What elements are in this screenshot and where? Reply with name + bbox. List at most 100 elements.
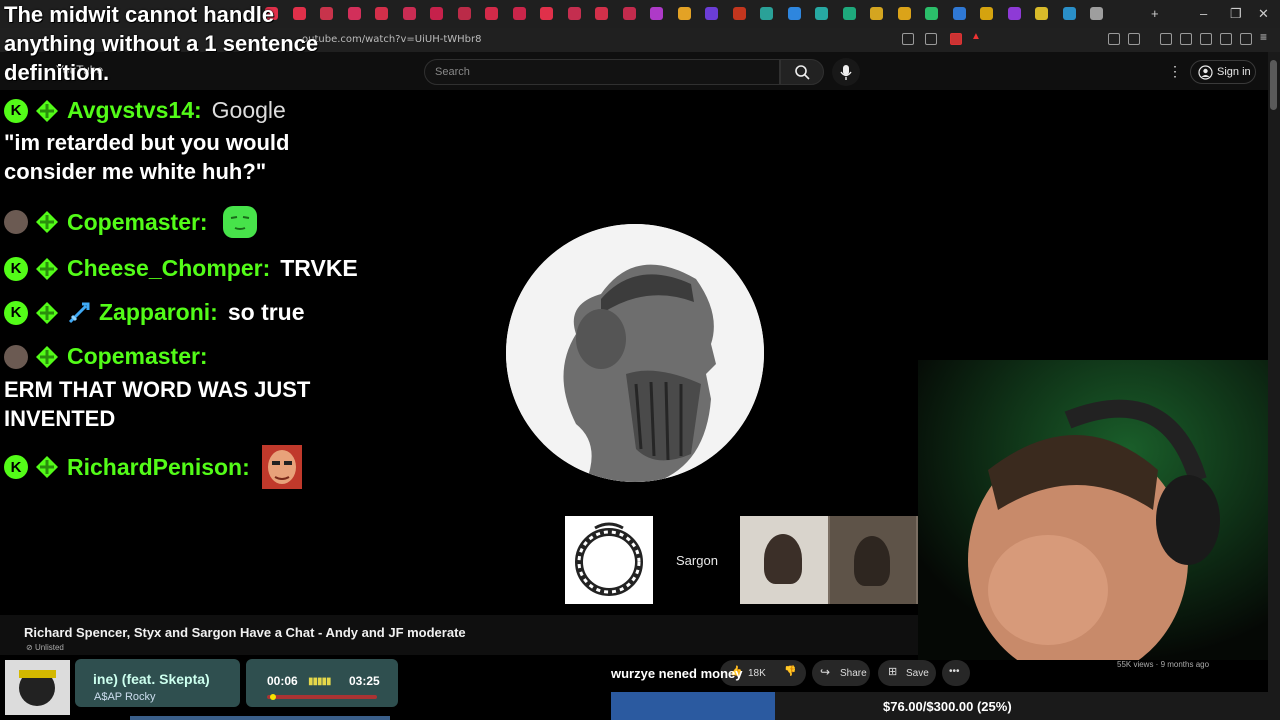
more-actions-button[interactable]: ••• (942, 660, 970, 686)
taskbar-strip (130, 712, 390, 720)
sidebar-icon[interactable] (1128, 33, 1140, 45)
chat-text: Google (211, 97, 286, 123)
share-label: Share (840, 668, 867, 679)
save-button[interactable]: ⊞ Save (878, 660, 936, 686)
tab-favicon-icon[interactable] (375, 7, 388, 20)
scrollbar-thumb[interactable] (1270, 60, 1277, 110)
search-icon (795, 65, 810, 80)
search-input[interactable]: Search (424, 59, 780, 85)
brave-shields-icon[interactable] (1240, 33, 1252, 45)
chat-username[interactable]: RichardPenison: (67, 454, 250, 481)
tab-favicon-icon[interactable] (677, 7, 691, 20)
total-time: 03:25 (349, 674, 380, 688)
song-title: ine) (feat. Skepta) (93, 671, 210, 687)
donation-goal-text: $76.00/$300.00 (25%) (883, 699, 1012, 714)
brave-shield-icon[interactable] (950, 33, 962, 45)
tab-favicon-icon[interactable] (705, 7, 718, 20)
ouroboros-logo-tile (565, 516, 653, 604)
close-window-icon[interactable]: ✕ (1258, 6, 1269, 22)
tab-favicon-icon[interactable] (870, 7, 883, 20)
tab-favicon-icon[interactable] (485, 7, 498, 20)
chat-username[interactable]: Zapparoni: (99, 299, 218, 326)
bust-illustration (506, 224, 764, 482)
tab-favicon-icon[interactable] (1007, 7, 1021, 20)
tab-favicon-icon[interactable] (1090, 7, 1103, 20)
related-video-meta[interactable]: 55K views · 9 months ago (1117, 660, 1209, 669)
playback-time-widget: 00:06 ▮▮▮▮▮ 03:25 (246, 659, 398, 707)
tab-favicon-icon[interactable] (760, 7, 773, 20)
channel-logo-icon (5, 660, 70, 715)
tab-favicon-icon[interactable] (430, 7, 443, 20)
rewards-icon[interactable]: ▲ (971, 31, 983, 43)
media-icon[interactable] (1160, 33, 1172, 45)
reading-list-icon[interactable] (1180, 33, 1192, 45)
user-avatar (4, 344, 28, 369)
tab-favicon-icon[interactable] (980, 7, 993, 20)
tab-favicon-icon[interactable] (347, 7, 361, 20)
chat-message-body: "im retarded but you would consider me w… (4, 130, 290, 184)
ticker-text: wurzye nened money (611, 666, 743, 681)
vpn-icon[interactable] (1220, 33, 1232, 45)
new-tab-icon[interactable]: + (1151, 6, 1159, 21)
chat-username[interactable]: Copemaster: (67, 343, 208, 370)
tab-favicon-icon[interactable] (567, 7, 581, 20)
share-page-icon[interactable] (925, 33, 937, 45)
chat-message: Copemaster: (4, 343, 218, 370)
tab-favicon-icon[interactable] (897, 7, 911, 20)
face-photo-emote-icon (261, 445, 302, 489)
tab-favicon-icon[interactable] (540, 7, 553, 20)
tab-favicon-icon[interactable] (787, 7, 801, 20)
streamer-webcam-image (918, 360, 1268, 660)
diamond-badge-icon (36, 257, 58, 280)
tab-favicon-icon[interactable] (1035, 7, 1048, 20)
tab-favicon-icon[interactable] (650, 7, 663, 20)
tab-favicon-icon[interactable] (815, 7, 828, 20)
share-button[interactable]: ↪ Share (812, 660, 870, 686)
dislike-icon[interactable]: 👎 (784, 666, 796, 677)
tab-favicon-icon[interactable] (457, 7, 471, 20)
video-title[interactable]: Richard Spencer, Styx and Sargon Have a … (24, 625, 466, 640)
more-options-icon[interactable]: ⋮ (1168, 63, 1182, 80)
tab-favicon-icon[interactable] (732, 7, 746, 20)
tab-favicon-icon[interactable] (925, 7, 938, 20)
profile-bust-image (506, 224, 764, 482)
video-actions: 👍 18K 👎 ↪ Share ⊞ Save ••• (720, 660, 980, 688)
green-face-emote-icon (222, 206, 257, 238)
tab-favicon-icon[interactable] (512, 7, 526, 20)
tab-favicon-icon[interactable] (1062, 7, 1076, 20)
wallet-icon[interactable] (1200, 33, 1212, 45)
user-avatar (4, 210, 28, 234)
donation-goal-fill (611, 692, 775, 720)
channel-logo (5, 660, 70, 715)
account-icon (1198, 65, 1213, 80)
kick-badge-icon: K (4, 98, 28, 123)
chat-text: so true (227, 299, 305, 325)
extensions-icon[interactable] (1108, 33, 1120, 45)
chat-username[interactable]: Copemaster: (67, 209, 208, 236)
restore-icon[interactable]: ❐ (1230, 6, 1242, 22)
chat-username[interactable]: Cheese_Chomper: (67, 255, 270, 282)
tab-favicon-icon[interactable] (402, 7, 416, 20)
search-placeholder: Search (435, 66, 470, 78)
search-button[interactable] (780, 59, 824, 85)
kick-badge-icon: K (4, 455, 28, 479)
ouroboros-icon (575, 522, 643, 596)
chat-username[interactable]: Avgvstvs14: (67, 97, 202, 124)
song-progress-bar (267, 695, 377, 699)
sign-in-button[interactable]: Sign in (1190, 60, 1256, 84)
elapsed-time: 00:06 (267, 674, 298, 688)
diamond-badge-icon (36, 211, 58, 233)
streamer-webcam (918, 360, 1268, 660)
minimize-icon[interactable]: – (1200, 6, 1207, 21)
page-scrollbar[interactable] (1268, 52, 1280, 720)
like-count[interactable]: 18K (748, 668, 766, 679)
kick-badge-icon: K (4, 256, 28, 281)
tab-favicon-icon[interactable] (622, 7, 636, 20)
tab-favicon-icon[interactable] (595, 7, 608, 20)
tab-favicon-icon[interactable] (952, 7, 966, 20)
voice-search-button[interactable] (832, 58, 860, 86)
tab-favicon-icon[interactable] (842, 7, 856, 20)
menu-icon[interactable]: ≡ (1260, 30, 1272, 44)
cast-icon[interactable] (902, 33, 914, 45)
sign-in-label: Sign in (1217, 66, 1251, 78)
